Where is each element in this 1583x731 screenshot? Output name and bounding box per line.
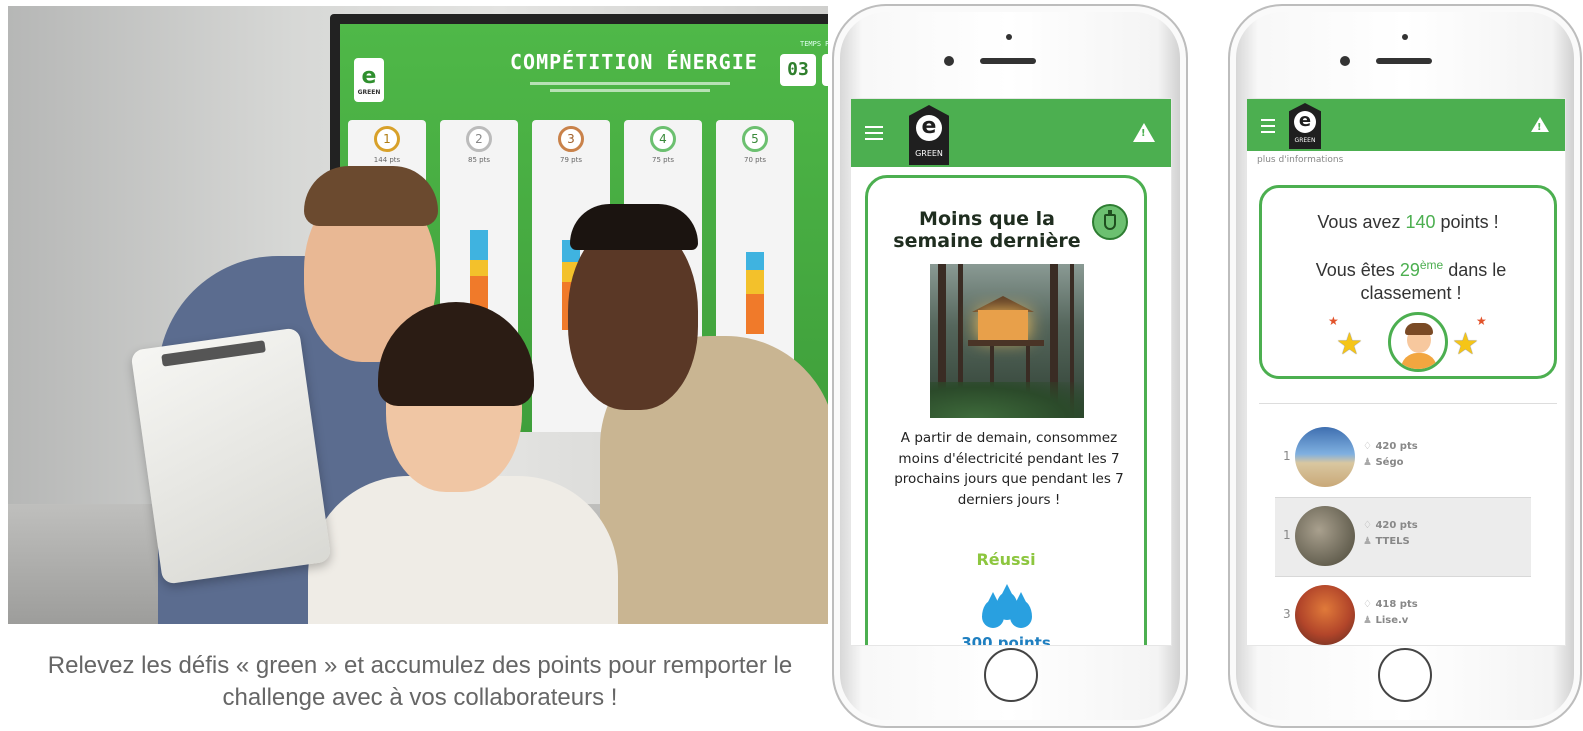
divider [1259,403,1557,404]
medal-icon: 2 [466,126,492,152]
star-icon: ★ [1328,314,1339,328]
podium-points: 75 pts [652,156,674,164]
score-card: Vous avez 140 points ! Vous êtes 29ème d… [1259,185,1557,379]
home-button[interactable] [984,648,1038,702]
app-bar: e GREEN ! [1247,99,1565,151]
timer-value: 1 [822,54,828,86]
challenge-image [930,264,1084,418]
diamond-icon: ♢ [1363,441,1376,452]
challenge-description: A partir de demain, consommez moins d'él… [894,430,1124,508]
podium-points: 70 pts [744,156,766,164]
logo-subtext: GREEN [1294,137,1316,144]
challenge-status: Réussi [976,550,1036,569]
logo-letter: e [1294,111,1316,133]
energy-bar [746,252,764,334]
user-name: ♟ TTELS [1363,536,1410,547]
sensor-dot [1402,34,1408,40]
man-right-hair [570,204,698,250]
rank-ordinal: ème [1419,258,1444,272]
rank-value: 29 [1399,260,1420,280]
egreen-logo: e GREEN [354,58,384,102]
earpiece-speaker [1376,58,1432,64]
points-summary: Vous avez 140 points ! [1262,212,1554,233]
podium-points: 85 pts [468,156,490,164]
front-camera [944,56,954,66]
tablet-device [130,327,332,585]
avatar [1388,312,1448,372]
points-prefix: Vous avez [1317,212,1406,232]
app-bar: e GREEN ! [851,99,1171,167]
hero-photo: e GREEN COMPÉTITION ÉNERGIE TEMPS RE 03 … [8,6,828,624]
diamond-icon: ♢ [1363,520,1376,531]
user-icon: ♟ [1363,536,1376,547]
warning-icon[interactable]: ! [1133,123,1155,142]
podium-points: 79 pts [560,156,582,164]
points-value: 140 [1405,212,1436,232]
hamburger-icon[interactable] [865,126,883,144]
earpiece-speaker [980,58,1036,64]
user-icon: ♟ [1363,615,1376,626]
leaderboard-row[interactable]: 1 ♢ 420 pts ♟ TTELS [1275,497,1531,577]
sensor-dot [1006,34,1012,40]
rank-position: 1 [1283,449,1291,463]
phone-challenge: e GREEN ! Moins que la semaine dernière … [832,4,1188,728]
egreen-logo[interactable]: e GREEN [909,105,949,165]
front-camera [1340,56,1350,66]
diamond-icon: ♢ [1363,599,1376,610]
rank-prefix: Vous êtes [1315,260,1400,280]
timer-value: 03 [780,54,816,86]
man-left-hair [304,166,438,226]
phone-screen: e GREEN ! plus d'informations Vous avez … [1246,98,1566,646]
leaderboard-row[interactable]: 3 ♢ 418 pts ♟ Lise.v [1275,577,1531,645]
hamburger-icon[interactable] [1261,119,1275,137]
phone-leaderboard: e GREEN ! plus d'informations Vous avez … [1228,4,1582,728]
medal-icon: 4 [650,126,676,152]
user-icon: ♟ [1363,457,1376,468]
plug-icon [1092,204,1128,240]
user-avatar [1295,506,1355,566]
user-avatar [1295,427,1355,487]
challenge-reward: 300 points [961,634,1051,646]
avatar-with-stars: ★ ★ ★ ★ [1328,312,1487,376]
podium-points: 144 pts [373,156,401,164]
star-icon: ★ [1336,327,1363,362]
water-drops-icon [980,584,1036,630]
competition-title: COMPÉTITION ÉNERGIE [510,50,758,74]
logo-subtext: GREEN [357,89,381,96]
rank-position: 1 [1283,528,1291,542]
woman-blouse [308,476,618,624]
user-points: ♢ 418 pts [1363,599,1418,610]
competition-subtitle-lines [530,82,730,96]
tagline: Relevez les défis « green » et accumulez… [47,652,793,711]
warning-icon[interactable]: ! [1531,117,1549,133]
logo-letter: e [916,115,942,141]
medal-icon: 3 [558,126,584,152]
user-name: ♟ Ségo [1363,457,1404,468]
user-avatar [1295,585,1355,645]
logo-subtext: GREEN [915,149,943,158]
phone-screen: e GREEN ! Moins que la semaine dernière … [850,98,1172,646]
timer-label: TEMPS RE [800,40,828,48]
rank-summary: Vous êtes 29ème dans le classement ! [1278,254,1544,305]
egreen-logo[interactable]: e GREEN [1289,103,1321,149]
challenge-card[interactable]: Moins que la semaine dernière A partir d… [865,175,1147,646]
user-points: ♢ 420 pts [1363,520,1418,531]
star-icon: ★ [1476,314,1487,328]
medal-icon: 5 [742,126,768,152]
user-name: ♟ Lise.v [1363,615,1409,626]
logo-letter: e [361,64,377,89]
star-icon: ★ [1452,327,1479,362]
countdown-timer: 03 1 [780,54,828,86]
more-info-link[interactable]: plus d'informations [1257,155,1343,165]
leaderboard-row[interactable]: 1 ♢ 420 pts ♟ Ségo [1275,419,1531,499]
points-suffix: points ! [1435,212,1499,232]
rank-position: 3 [1283,607,1291,621]
challenge-title: Moins que la semaine dernière [893,208,1081,252]
home-button[interactable] [1378,648,1432,702]
user-points: ♢ 420 pts [1363,441,1418,452]
medal-icon: 1 [374,126,400,152]
